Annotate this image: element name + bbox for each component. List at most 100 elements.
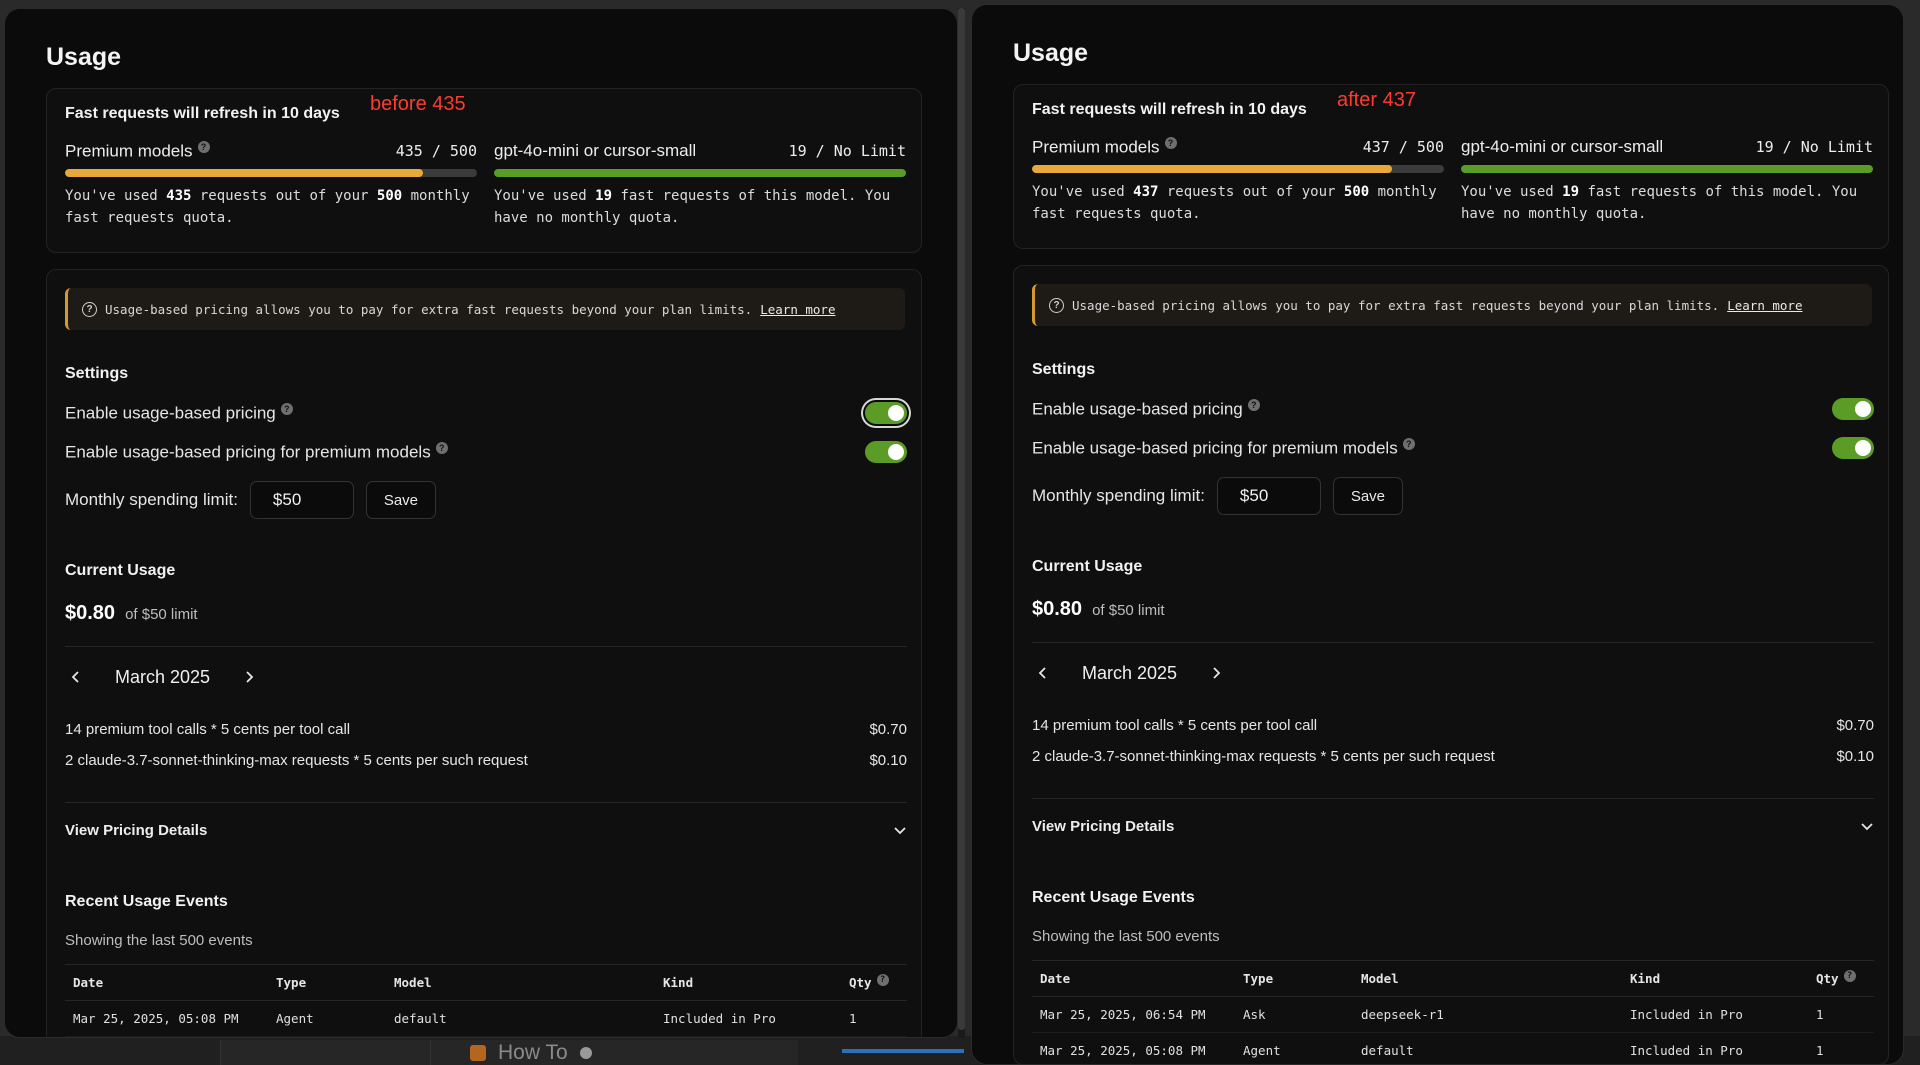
chevron-down-icon xyxy=(1861,823,1873,831)
chevron-left-icon[interactable] xyxy=(65,666,87,688)
events-subtitle: Showing the last 500 events xyxy=(1032,928,1220,945)
charge-description: 14 premium tool calls * 5 cents per tool… xyxy=(65,721,351,738)
info-banner: ? Usage-based pricing allows you to pay … xyxy=(65,288,905,330)
table-cell: 1 xyxy=(1808,996,1874,1033)
scrollbar-thumb[interactable] xyxy=(958,8,965,1030)
question-circle-icon: ? xyxy=(82,301,97,317)
table-cell: 1 xyxy=(1808,1032,1874,1064)
settings-title: Settings xyxy=(1032,361,1096,378)
usage-panel-before: Usage Fast requests will refresh in 10 d… xyxy=(4,8,958,1038)
table-cell: Agent xyxy=(1235,1032,1353,1064)
help-icon[interactable]: ? xyxy=(1843,970,1856,983)
charge-description: 2 claude-3.7-sonnet-thinking-max request… xyxy=(1032,748,1495,765)
table-cell: Included in Pro xyxy=(1622,996,1808,1033)
chevron-right-icon[interactable] xyxy=(1205,662,1227,684)
info-text: Usage-based pricing allows you to pay fo… xyxy=(1072,297,1720,313)
info-text: Usage-based pricing allows you to pay fo… xyxy=(105,301,753,317)
charge-amount: $0.70 xyxy=(1836,717,1874,734)
page-title: Usage xyxy=(46,43,122,71)
setting-usage-pricing: Enable usage-based pricing? xyxy=(1032,395,1874,423)
month-label: March 2025 xyxy=(1082,662,1178,683)
spent-amount: $0.80 xyxy=(65,602,116,624)
chevron-right-icon[interactable] xyxy=(238,666,260,688)
table-header-row: Date Type Model Kind Qty? xyxy=(65,964,907,1001)
setting-premium-pricing-label: Enable usage-based pricing for premium m… xyxy=(1032,438,1398,458)
month-navigator: March 2025 xyxy=(1032,658,1227,688)
page-title: Usage xyxy=(1013,39,1089,67)
usage-pricing-toggle[interactable] xyxy=(1832,398,1874,420)
premium-progress-fill xyxy=(1032,165,1393,173)
spending-limit-input[interactable] xyxy=(249,481,354,519)
help-icon[interactable]: ? xyxy=(197,140,210,153)
pricing-details-label: View Pricing Details xyxy=(65,821,208,839)
spending-limit-row: Monthly spending limit: Save xyxy=(1032,476,1403,516)
help-icon[interactable]: ? xyxy=(1164,136,1177,149)
premium-description: You've used 437 requests out of your 500… xyxy=(1032,184,1437,222)
save-button[interactable]: Save xyxy=(365,481,436,519)
usage-events-table: Date Type Model Kind Qty? Mar 25, 2025, … xyxy=(1032,960,1874,1064)
events-subtitle: Showing the last 500 events xyxy=(65,932,253,949)
setting-premium-pricing: Enable usage-based pricing for premium m… xyxy=(65,438,907,466)
premium-models-label: Premium models xyxy=(65,141,193,161)
active-indicator xyxy=(842,1049,964,1053)
help-icon[interactable]: ? xyxy=(1402,437,1415,450)
help-icon[interactable]: ? xyxy=(876,974,889,987)
premium-count: 435 / 500 xyxy=(395,142,477,160)
premium-progress-fill xyxy=(65,169,424,177)
chevron-left-icon[interactable] xyxy=(1032,662,1054,684)
table-cell: Mar 25, 2025, 05:08 PM xyxy=(1032,1032,1235,1064)
table-cell: Mar 25, 2025, 06:54 PM xyxy=(1032,996,1235,1033)
mini-progress-fill xyxy=(494,169,906,177)
help-icon[interactable]: ? xyxy=(435,441,448,454)
charge-row: 14 premium tool calls * 5 cents per tool… xyxy=(1032,717,1874,734)
settings-title: Settings xyxy=(65,365,129,382)
view-pricing-details[interactable]: View Pricing Details xyxy=(1032,813,1874,839)
taskbar-tab[interactable]: How To xyxy=(470,1040,592,1065)
setting-usage-pricing-label: Enable usage-based pricing xyxy=(65,403,276,423)
charge-row: 2 claude-3.7-sonnet-thinking-max request… xyxy=(65,752,907,769)
premium-pricing-toggle[interactable] xyxy=(865,441,907,463)
help-icon[interactable]: ? xyxy=(280,402,293,415)
premium-usage: Premium models? 437 / 500 You've used 43… xyxy=(1032,135,1444,225)
table-cell: deepseek-r1 xyxy=(1353,996,1622,1033)
spent-limit: of $50 limit xyxy=(1092,602,1165,619)
view-pricing-details[interactable]: View Pricing Details xyxy=(65,817,907,843)
spent-summary: $0.80 of $50 limit xyxy=(65,602,198,625)
learn-more-link[interactable]: Learn more xyxy=(760,302,835,317)
taskbar-tab-label: How To xyxy=(498,1040,568,1064)
table-row: Mar 25, 2025, 05:08 PM Agent default Includ… xyxy=(65,1000,907,1037)
learn-more-link[interactable]: Learn more xyxy=(1727,298,1802,313)
table-cell: default xyxy=(386,1000,655,1037)
taskbar-segment xyxy=(220,1040,430,1065)
charge-description: 2 claude-3.7-sonnet-thinking-max request… xyxy=(65,752,528,769)
charge-amount: $0.70 xyxy=(869,721,907,738)
usage-events-table: Date Type Model Kind Qty? Mar 25, 2025, … xyxy=(65,964,907,1037)
annotation-label: after 437 xyxy=(1337,89,1416,111)
premium-progress-bar xyxy=(1032,165,1444,173)
spent-limit: of $50 limit xyxy=(125,606,198,623)
mini-models-label: gpt-4o-mini or cursor-small xyxy=(1461,137,1664,156)
save-button[interactable]: Save xyxy=(1332,477,1403,515)
help-icon[interactable]: ? xyxy=(1247,398,1260,411)
usage-pricing-toggle[interactable] xyxy=(865,402,907,424)
premium-pricing-toggle[interactable] xyxy=(1832,437,1874,459)
mini-progress-fill xyxy=(1461,165,1873,173)
month-navigator: March 2025 xyxy=(65,662,260,692)
premium-progress-bar xyxy=(65,169,477,177)
spent-amount: $0.80 xyxy=(1032,598,1083,620)
table-cell: 1 xyxy=(841,1000,907,1037)
premium-models-label: Premium models xyxy=(1032,137,1160,157)
spending-limit-input[interactable] xyxy=(1216,477,1321,515)
fast-requests-card: Fast requests will refresh in 10 days be… xyxy=(46,88,922,253)
column-header: Date xyxy=(65,964,268,1001)
mini-models-label: gpt-4o-mini or cursor-small xyxy=(494,141,697,160)
mini-progress-bar xyxy=(1461,165,1873,173)
app-icon xyxy=(470,1044,486,1061)
usage-pricing-card: ? Usage-based pricing allows you to pay … xyxy=(46,269,922,1037)
current-usage-title: Current Usage xyxy=(65,562,176,579)
mini-count: 19 / No Limit xyxy=(788,142,906,160)
question-circle-icon: ? xyxy=(1049,297,1064,313)
mini-description: You've used 19 fast requests of this mod… xyxy=(1461,184,1858,222)
pricing-details-label: View Pricing Details xyxy=(1032,817,1175,835)
table-cell: Agent xyxy=(268,1000,386,1037)
